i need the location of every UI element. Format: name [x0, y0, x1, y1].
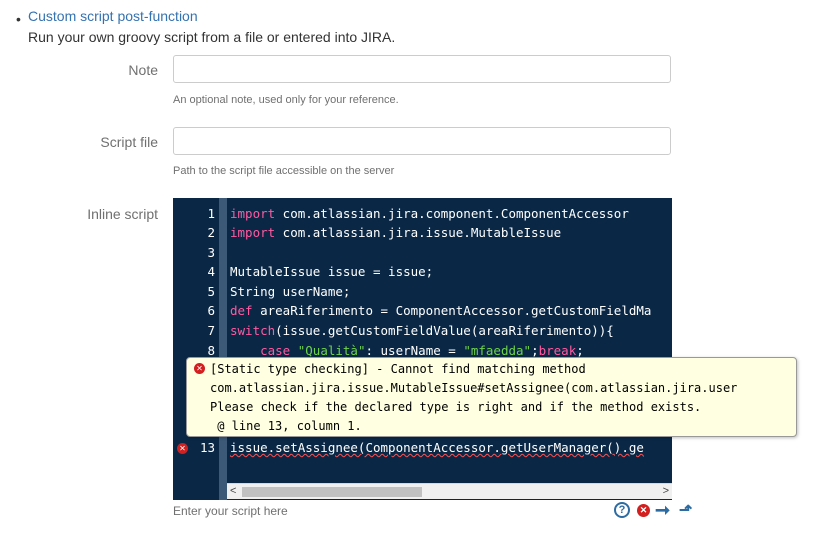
error-icon: ✕: [194, 363, 205, 374]
code-keyword: case: [260, 343, 291, 358]
script-file-input[interactable]: [173, 127, 671, 155]
code-text: com.atlassian.jira.component.ComponentAc…: [275, 206, 629, 221]
line-number: 1: [207, 206, 215, 221]
code-keyword: switch: [230, 323, 276, 338]
help-icon[interactable]: ?: [614, 502, 630, 518]
inline-script-help-text: Enter your script here: [173, 504, 288, 518]
code-text: String userName;: [230, 284, 351, 299]
note-label: Note: [128, 62, 158, 78]
code-string: "mfaedda": [463, 343, 532, 358]
error-tooltip: ✕ [Static type checking] - Cannot find m…: [186, 357, 797, 437]
code-line[interactable]: switch(issue.getCustomFieldValue(areaRif…: [230, 323, 614, 338]
line-number: 5: [207, 284, 215, 299]
code-line[interactable]: issue.setAssignee(ComponentAccessor.getU…: [230, 440, 644, 455]
code-text: areaRiferimento = ComponentAccessor.getC…: [252, 303, 652, 318]
scrollbar-thumb[interactable]: [242, 487, 422, 497]
script-file-help-text: Path to the script file accessible on th…: [173, 165, 395, 177]
code-text: MutableIssue issue = issue;: [230, 264, 434, 279]
line-number: 6: [207, 303, 215, 318]
code-text: com.atlassian.jira.issue.MutableIssue: [275, 225, 562, 240]
error-tooltip-line: Please check if the declared type is rig…: [210, 400, 702, 414]
line-number: 2: [207, 225, 215, 240]
code-line[interactable]: String userName;: [230, 284, 350, 299]
code-text: (issue.getCustomFieldValue(areaRiferimen…: [275, 323, 614, 338]
note-input[interactable]: [173, 55, 671, 83]
code-line[interactable]: case "Qualità": userName = "mfaedda";bre…: [230, 343, 584, 358]
code-keyword: break: [538, 343, 577, 358]
line-number: 4: [207, 264, 215, 279]
code-text: : userName =: [365, 343, 464, 358]
horizontal-scrollbar[interactable]: < >: [227, 483, 672, 499]
scroll-right-arrow-icon[interactable]: >: [663, 484, 669, 499]
line-number: 3: [207, 245, 215, 260]
line-error-marker-icon[interactable]: ✕: [177, 443, 188, 454]
gutter-divider: [219, 198, 227, 500]
code-string: "Qualità": [297, 343, 366, 358]
inline-script-editor[interactable]: 1 import com.atlassian.jira.component.Com…: [173, 198, 672, 500]
inline-script-label: Inline script: [87, 206, 158, 222]
code-keyword: import: [230, 206, 276, 221]
code-keyword: import: [230, 225, 276, 240]
previous-error-icon[interactable]: ⬏: [679, 500, 692, 519]
script-file-label: Script file: [100, 134, 158, 150]
note-help-text: An optional note, used only for your ref…: [173, 94, 399, 106]
code-line[interactable]: def areaRiferimento = ComponentAccessor.…: [230, 303, 651, 318]
scroll-left-arrow-icon[interactable]: <: [230, 484, 236, 499]
code-keyword: def: [230, 303, 253, 318]
error-tooltip-line: com.atlassian.jira.issue.MutableIssue#se…: [210, 381, 738, 395]
code-text: issue.setAssignee(ComponentAccessor.getU…: [230, 440, 644, 455]
error-tooltip-line: @ line 13, column 1.: [210, 419, 362, 433]
next-error-icon[interactable]: ➞: [655, 500, 670, 520]
error-icon[interactable]: ✕: [637, 504, 650, 517]
code-text: ;: [531, 343, 539, 358]
code-line[interactable]: import com.atlassian.jira.component.Comp…: [230, 206, 629, 221]
line-number: 7: [207, 323, 215, 338]
error-tooltip-line: [Static type checking] - Cannot find mat…: [210, 362, 586, 376]
line-number: 8: [207, 343, 215, 358]
code-line[interactable]: MutableIssue issue = issue;: [230, 264, 433, 279]
code-text: ;: [576, 343, 584, 358]
custom-script-post-function-link[interactable]: Custom script post-function: [28, 8, 198, 24]
post-function-description: Run your own groovy script from a file o…: [28, 29, 396, 45]
code-line[interactable]: import com.atlassian.jira.issue.MutableI…: [230, 225, 561, 240]
list-bullet: •: [16, 11, 21, 27]
